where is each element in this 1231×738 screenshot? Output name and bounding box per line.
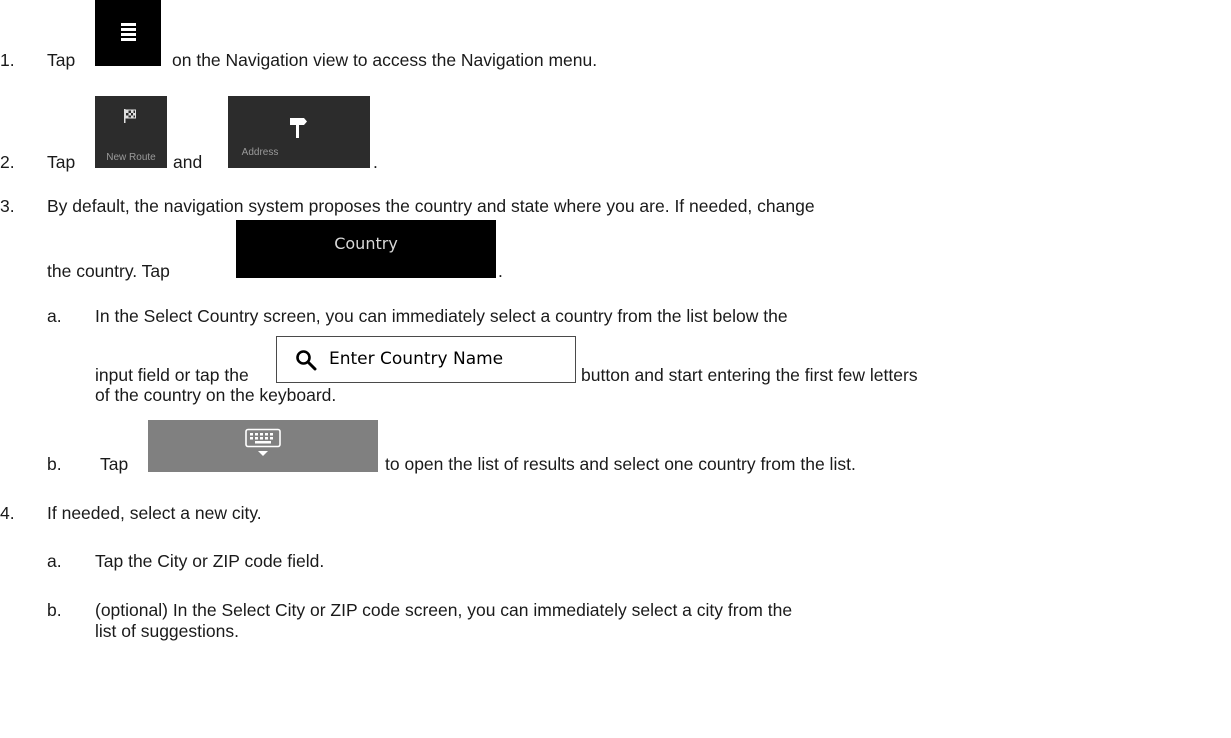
step-text: If needed, select a new city.	[47, 503, 262, 523]
keyboard-hide-button[interactable]	[148, 420, 378, 472]
menu-button[interactable]	[95, 0, 161, 66]
substep-letter: a.	[47, 551, 62, 571]
step-number: 2.	[0, 152, 15, 172]
keyboard-hide-icon	[245, 428, 281, 456]
substep-letter: b.	[47, 600, 62, 620]
step-number: 4.	[0, 503, 15, 523]
and-word: and	[173, 152, 203, 172]
instruction-page: { "steps": [ { "number": "1.", "tap_word…	[0, 0, 1231, 738]
substep-text: of the country on the keyboard.	[95, 385, 337, 405]
substep-text: list of suggestions.	[95, 621, 239, 641]
hamburger-menu-icon	[121, 23, 136, 41]
tap-word: Tap	[47, 50, 76, 70]
signpost-icon	[290, 118, 307, 138]
step-text: the country. Tap	[47, 261, 170, 281]
country-button[interactable]: Country	[236, 220, 496, 278]
substep-letter: a.	[47, 306, 62, 326]
period: .	[498, 261, 503, 281]
step-number: 3.	[0, 196, 15, 216]
country-button-label: Country	[334, 234, 398, 253]
step-number: 1.	[0, 50, 15, 70]
tile-label: New Route	[106, 152, 156, 163]
substep-text: button and start entering the first few …	[581, 365, 918, 385]
substep-text: (optional) In the Select City or ZIP cod…	[95, 600, 793, 620]
tap-word: Tap	[100, 454, 129, 474]
step-text: By default, the navigation system propos…	[47, 196, 815, 216]
substep-text: input field or tap the	[95, 365, 249, 385]
address-tile[interactable]: Address	[228, 96, 370, 168]
step-text: on the Navigation view to access the Nav…	[172, 50, 598, 70]
checkered-flag-icon	[124, 109, 136, 123]
search-button-label: Enter Country Name	[329, 349, 504, 369]
substep-text: Tap the City or ZIP code field.	[95, 551, 325, 571]
new-route-tile[interactable]: New Route	[95, 96, 167, 168]
substep-text: In the Select Country screen, you can im…	[95, 306, 788, 326]
tile-label: Address	[241, 147, 279, 158]
tap-word: Tap	[47, 152, 76, 172]
search-icon	[296, 350, 317, 371]
substep-text: to open the list of results and select o…	[385, 454, 856, 474]
enter-country-name-button[interactable]: Enter Country Name	[276, 336, 576, 383]
substep-letter: b.	[47, 454, 62, 474]
period: .	[373, 152, 378, 172]
